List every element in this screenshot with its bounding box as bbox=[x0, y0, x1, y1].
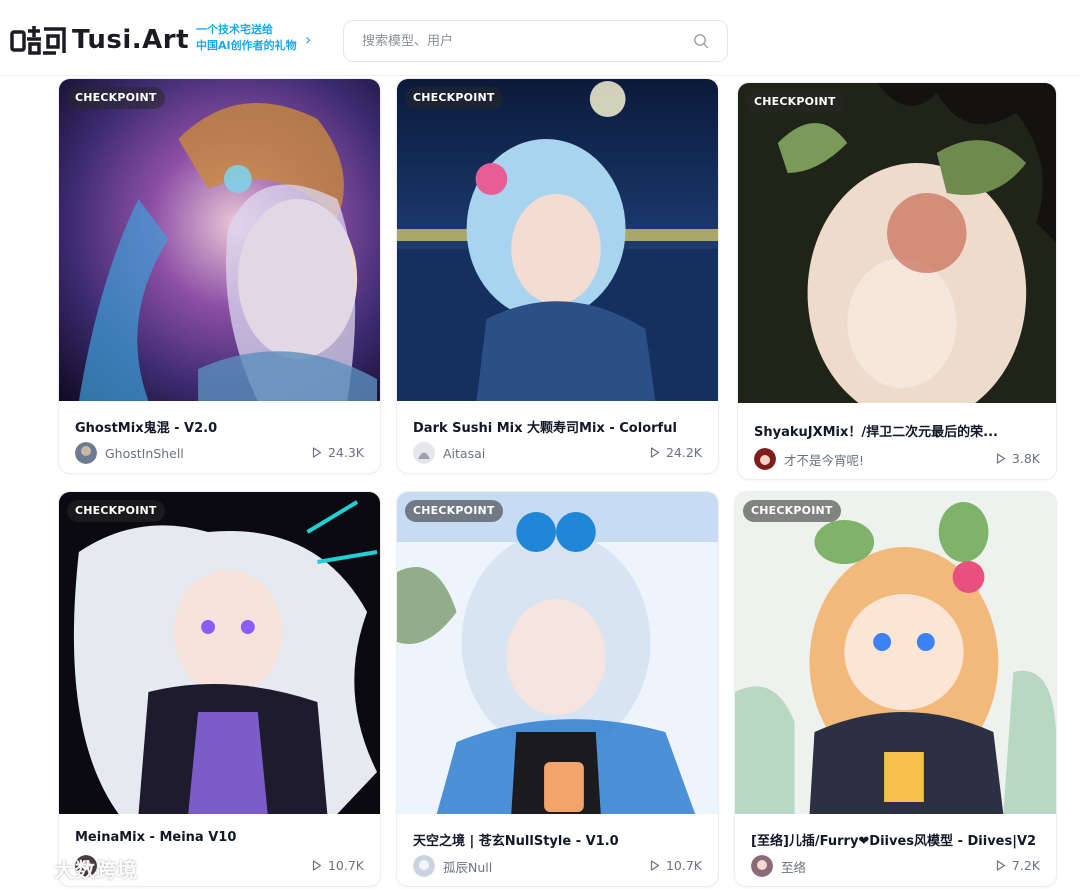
run-count: 10.7K bbox=[650, 858, 702, 873]
model-card[interactable]: CHECKPOINT [至络]儿插/Furry❤Diives风模型 - Diiv… bbox=[734, 491, 1057, 887]
model-title[interactable]: 天空之境 | 苍玄NullStyle - V1.0 bbox=[413, 830, 704, 849]
slogan-line-2: 中国AI创作者的礼物 bbox=[196, 39, 297, 52]
checkpoint-badge: CHECKPOINT bbox=[405, 87, 503, 109]
run-count-value: 24.2K bbox=[665, 445, 702, 460]
model-title[interactable]: [至络]儿插/Furry❤Diives风模型 - Diives|V2 bbox=[751, 830, 1042, 849]
slogan-line-1: 一个技术宅送给 bbox=[196, 23, 273, 36]
run-count-value: 3.8K bbox=[1011, 451, 1040, 466]
avatar bbox=[413, 855, 435, 877]
play-icon bbox=[650, 860, 660, 871]
model-cover-image[interactable] bbox=[59, 79, 380, 401]
run-count: 24.2K bbox=[650, 445, 702, 460]
model-card[interactable]: CHECKPOINT ShyakuJXMix！/捍卫二次元最后的荣... 才不是… bbox=[737, 82, 1057, 480]
avatar bbox=[413, 442, 435, 464]
model-cover-image[interactable] bbox=[397, 79, 718, 401]
play-icon bbox=[312, 860, 322, 871]
avatar bbox=[754, 448, 776, 470]
play-icon bbox=[312, 447, 322, 458]
search-box[interactable] bbox=[343, 20, 728, 62]
checkpoint-badge: CHECKPOINT bbox=[405, 500, 503, 522]
author-name: 才不是今宵呢! bbox=[784, 452, 865, 468]
author-link[interactable]: 至络 bbox=[751, 854, 806, 878]
author-link[interactable]: 孤辰Null bbox=[413, 854, 492, 878]
author-name: Aitasai bbox=[443, 445, 486, 461]
logo-mark-icon bbox=[10, 26, 66, 55]
model-title[interactable]: ShyakuJXMix！/捍卫二次元最后的荣... bbox=[754, 421, 1042, 440]
run-count: 24.3K bbox=[312, 445, 364, 460]
model-card[interactable]: CHECKPOINT MeinaMix - Meina V10 10.7K bbox=[58, 491, 381, 887]
play-icon bbox=[650, 447, 660, 458]
watermark: 大数跨境 bbox=[8, 852, 138, 884]
model-title[interactable]: Dark Sushi Mix 大颗寿司Mix - Colorful bbox=[413, 417, 704, 436]
avatar bbox=[75, 442, 97, 464]
model-cover-image[interactable] bbox=[59, 492, 380, 814]
run-count-value: 24.3K bbox=[327, 445, 364, 460]
author-link[interactable]: Aitasai bbox=[413, 441, 485, 465]
checkpoint-badge: CHECKPOINT bbox=[746, 91, 844, 113]
run-count: 7.2K bbox=[996, 858, 1040, 873]
checkpoint-badge: CHECKPOINT bbox=[743, 500, 841, 522]
search-input[interactable] bbox=[362, 21, 682, 61]
run-count: 3.8K bbox=[996, 451, 1040, 466]
author-name: 孤辰Null bbox=[443, 859, 493, 875]
run-count-value: 10.7K bbox=[665, 858, 702, 873]
model-card[interactable]: CHECKPOINT GhostMix鬼混 - V2.0 GhostInShel… bbox=[58, 78, 381, 474]
model-card[interactable]: CHECKPOINT Dark Sushi Mix 大颗寿司Mix - Colo… bbox=[396, 78, 719, 474]
model-card[interactable]: CHECKPOINT 天空之境 | 苍玄NullStyle - V1.0 孤辰N… bbox=[396, 491, 719, 887]
chevron-right-icon[interactable]: › bbox=[305, 30, 311, 49]
run-count-value: 7.2K bbox=[1011, 858, 1040, 873]
checkpoint-badge: CHECKPOINT bbox=[67, 500, 165, 522]
model-cover-image[interactable] bbox=[738, 83, 1056, 403]
model-title[interactable]: GhostMix鬼混 - V2.0 bbox=[75, 417, 366, 436]
run-count: 10.7K bbox=[312, 858, 364, 873]
model-title[interactable]: MeinaMix - Meina V10 bbox=[75, 830, 366, 845]
run-count-value: 10.7K bbox=[327, 858, 364, 873]
top-header: Tusi.Art 一个技术宅送给 中国AI创作者的礼物 › bbox=[0, 0, 1080, 76]
search-icon[interactable] bbox=[693, 33, 709, 49]
watermark-text: 大数跨境 bbox=[54, 857, 138, 882]
author-link[interactable]: 才不是今宵呢! bbox=[754, 447, 864, 471]
model-cover-image[interactable] bbox=[735, 492, 1056, 814]
author-name: 至络 bbox=[781, 859, 807, 875]
play-icon bbox=[996, 453, 1006, 464]
author-name: GhostInShell bbox=[105, 445, 184, 461]
watermark-logo-icon bbox=[9, 857, 48, 879]
avatar bbox=[751, 855, 773, 877]
brand-name: Tusi.Art bbox=[72, 25, 190, 55]
author-link[interactable]: GhostInShell bbox=[75, 441, 184, 465]
model-cover-image[interactable] bbox=[397, 492, 718, 814]
checkpoint-badge: CHECKPOINT bbox=[67, 87, 165, 109]
play-icon bbox=[996, 860, 1006, 871]
slogan-link[interactable]: 一个技术宅送给 中国AI创作者的礼物 bbox=[196, 22, 316, 54]
site-logo[interactable]: Tusi.Art bbox=[10, 20, 189, 60]
